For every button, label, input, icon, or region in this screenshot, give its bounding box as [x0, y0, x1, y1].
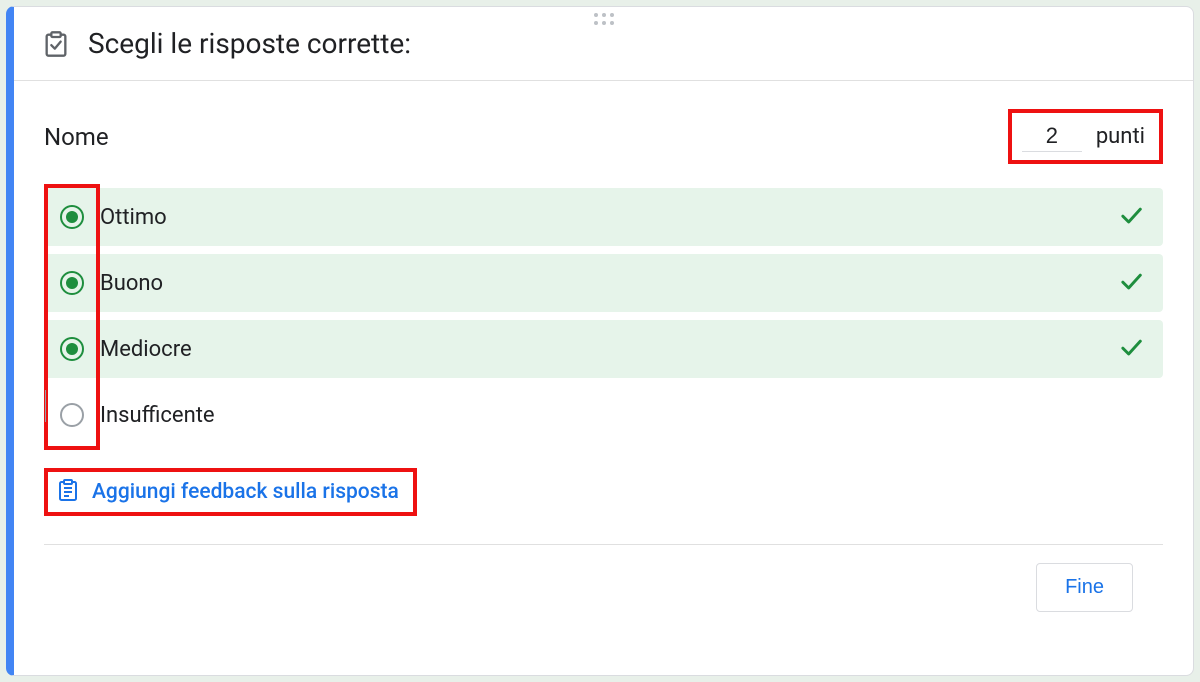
- answer-key-card: Scegli le risposte corrette: Nome punti …: [6, 6, 1194, 676]
- radio-container: [44, 271, 100, 295]
- radio-selected-icon[interactable]: [60, 271, 84, 295]
- points-box: punti: [1008, 109, 1163, 164]
- content: Nome punti Ottimo: [14, 81, 1193, 675]
- radio-selected-icon[interactable]: [60, 205, 84, 229]
- check-icon: [1117, 267, 1145, 299]
- check-icon: [1117, 201, 1145, 233]
- check-icon: [1117, 333, 1145, 365]
- option-label: Ottimo: [100, 205, 1117, 230]
- done-button[interactable]: Fine: [1036, 563, 1133, 612]
- radio-container: [44, 205, 100, 229]
- option-row[interactable]: Mediocre: [44, 320, 1163, 378]
- option-label: Buono: [100, 271, 1117, 296]
- option-label: Insufficente: [100, 403, 1145, 428]
- radio-container: [44, 403, 100, 427]
- points-input[interactable]: [1022, 121, 1082, 152]
- radio-selected-icon[interactable]: [60, 337, 84, 361]
- radio-unselected-icon[interactable]: [60, 403, 84, 427]
- points-label: punti: [1096, 124, 1145, 149]
- add-feedback-button[interactable]: Aggiungi feedback sulla risposta: [44, 468, 417, 516]
- feedback-label: Aggiungi feedback sulla risposta: [92, 480, 399, 504]
- drag-handle-icon[interactable]: [594, 13, 614, 25]
- option-label: Mediocre: [100, 337, 1117, 362]
- question-row: Nome punti: [44, 109, 1163, 164]
- options-list: Ottimo Buono Mediocre: [44, 188, 1163, 444]
- footer: Fine: [44, 545, 1163, 630]
- text-cursor: [45, 390, 46, 422]
- header-title: Scegli le risposte corrette:: [88, 27, 411, 60]
- radio-container: [44, 337, 100, 361]
- feedback-clipboard-icon: [56, 478, 80, 506]
- question-title: Nome: [44, 123, 109, 151]
- option-row[interactable]: Buono: [44, 254, 1163, 312]
- option-row[interactable]: Ottimo: [44, 188, 1163, 246]
- checkbox-clipboard-icon: [42, 30, 70, 58]
- option-row[interactable]: Insufficente: [44, 386, 1163, 444]
